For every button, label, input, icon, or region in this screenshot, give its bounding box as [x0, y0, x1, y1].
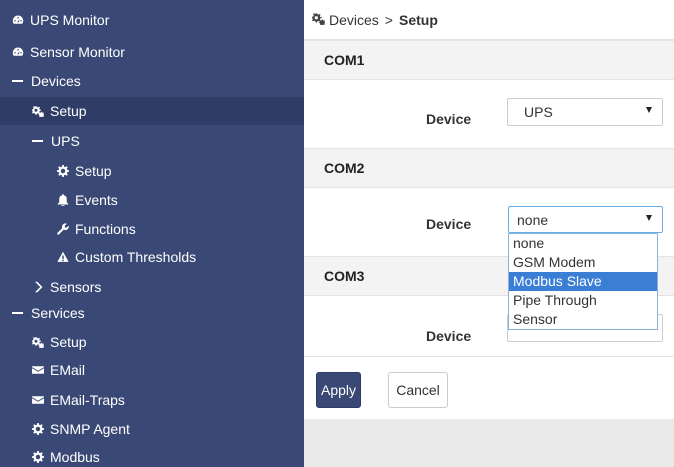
dropdown-option[interactable]: GSM Modem: [509, 253, 657, 272]
breadcrumb-parent[interactable]: Devices: [329, 12, 379, 28]
sidebar: UPS Monitor Sensor Monitor Devices Setup…: [0, 0, 304, 467]
sidebar-item-custom-thresholds[interactable]: Custom Thresholds: [57, 243, 196, 271]
gear-icon: [32, 451, 44, 463]
cogs-icon: [32, 336, 44, 348]
sidebar-item-services[interactable]: Services: [12, 299, 85, 327]
dropdown-option[interactable]: none: [509, 234, 657, 253]
sidebar-item-label: EMail-Traps: [50, 392, 125, 408]
com2-device-dropdown: none GSM Modem Modbus Slave Pipe Through…: [508, 233, 658, 330]
gear-icon: [32, 423, 44, 435]
cancel-button[interactable]: Cancel: [388, 372, 448, 408]
sidebar-item-label: Services: [31, 305, 85, 321]
sidebar-item-email-traps[interactable]: EMail-Traps: [32, 386, 125, 414]
dashboard-icon: [12, 46, 24, 58]
sidebar-item-services-setup[interactable]: Setup: [32, 328, 87, 356]
chevron-right-icon: [32, 281, 44, 293]
caret-down-icon: [646, 107, 652, 113]
sidebar-item-label: SNMP Agent: [50, 421, 130, 437]
cogs-icon: [32, 105, 44, 117]
breadcrumb-separator: >: [384, 11, 393, 28]
device-label: Device: [426, 216, 472, 232]
com1-device-select[interactable]: UPS: [507, 98, 663, 126]
dropdown-option[interactable]: Sensor: [509, 310, 657, 329]
sidebar-item-label: Events: [75, 192, 118, 208]
sidebar-item-sensors[interactable]: Sensors: [32, 273, 101, 301]
sidebar-item-label: Custom Thresholds: [75, 249, 197, 265]
com2-device-select[interactable]: none: [508, 206, 663, 233]
sidebar-item-label: UPS Monitor: [30, 12, 110, 28]
section-title: COM3: [324, 268, 365, 284]
envelope-icon: [32, 364, 44, 376]
com1-header: COM1: [304, 40, 674, 80]
select-value: UPS: [524, 104, 553, 120]
sidebar-item-label: Functions: [75, 221, 136, 237]
com1-body: Device UPS: [304, 80, 674, 148]
sidebar-item-functions[interactable]: Functions: [57, 215, 136, 243]
sidebar-item-label: Setup: [75, 163, 112, 179]
warning-icon: [57, 251, 69, 263]
gear-icon: [57, 165, 69, 177]
section-title: COM1: [324, 52, 365, 68]
sidebar-item-label: UPS: [51, 133, 80, 149]
breadcrumb: Devices > Setup: [304, 0, 674, 40]
main-content: Devices > Setup COM1 Device UPS COM2 Dev…: [304, 0, 674, 467]
wrench-icon: [57, 223, 69, 235]
sidebar-item-label: Sensors: [50, 279, 102, 295]
sidebar-item-events[interactable]: Events: [57, 186, 118, 214]
sidebar-item-devices-setup[interactable]: Setup: [0, 97, 304, 125]
cogs-icon: [312, 12, 329, 28]
sidebar-item-label: Devices: [31, 73, 81, 89]
page-footer: [304, 419, 674, 467]
sidebar-item-label: Setup: [50, 334, 87, 350]
sidebar-item-devices[interactable]: Devices: [12, 67, 81, 95]
collapse-icon: [12, 311, 23, 315]
collapse-icon: [12, 79, 23, 83]
sidebar-item-snmp-agent[interactable]: SNMP Agent: [32, 415, 130, 443]
caret-down-icon: [646, 215, 652, 221]
sidebar-item-ups-monitor[interactable]: UPS Monitor: [12, 6, 109, 34]
sidebar-item-label: EMail: [50, 362, 86, 378]
bell-icon: [57, 194, 69, 206]
sidebar-item-label: Modbus: [50, 449, 100, 465]
device-label: Device: [426, 328, 472, 344]
dropdown-option[interactable]: Pipe Through: [509, 291, 657, 310]
sidebar-item-label: Setup: [50, 103, 87, 119]
com2-header: COM2: [304, 148, 674, 188]
sidebar-item-ups-setup[interactable]: Setup: [57, 157, 112, 185]
sidebar-item-sensor-monitor[interactable]: Sensor Monitor: [12, 38, 125, 66]
dropdown-option-highlighted[interactable]: Modbus Slave: [509, 272, 657, 291]
apply-button[interactable]: Apply: [316, 372, 361, 408]
sidebar-item-label: Sensor Monitor: [30, 44, 125, 60]
collapse-icon: [32, 139, 43, 143]
form-actions: Apply Cancel: [304, 356, 674, 419]
dashboard-icon: [12, 14, 24, 26]
breadcrumb-current: Setup: [398, 11, 438, 28]
device-label: Device: [426, 111, 472, 127]
section-title: COM2: [324, 160, 365, 176]
sidebar-item-email[interactable]: EMail: [32, 356, 85, 384]
select-value: none: [517, 211, 549, 228]
sidebar-item-ups[interactable]: UPS: [32, 127, 80, 155]
sidebar-item-modbus[interactable]: Modbus: [32, 443, 100, 467]
envelope-icon: [32, 394, 44, 406]
